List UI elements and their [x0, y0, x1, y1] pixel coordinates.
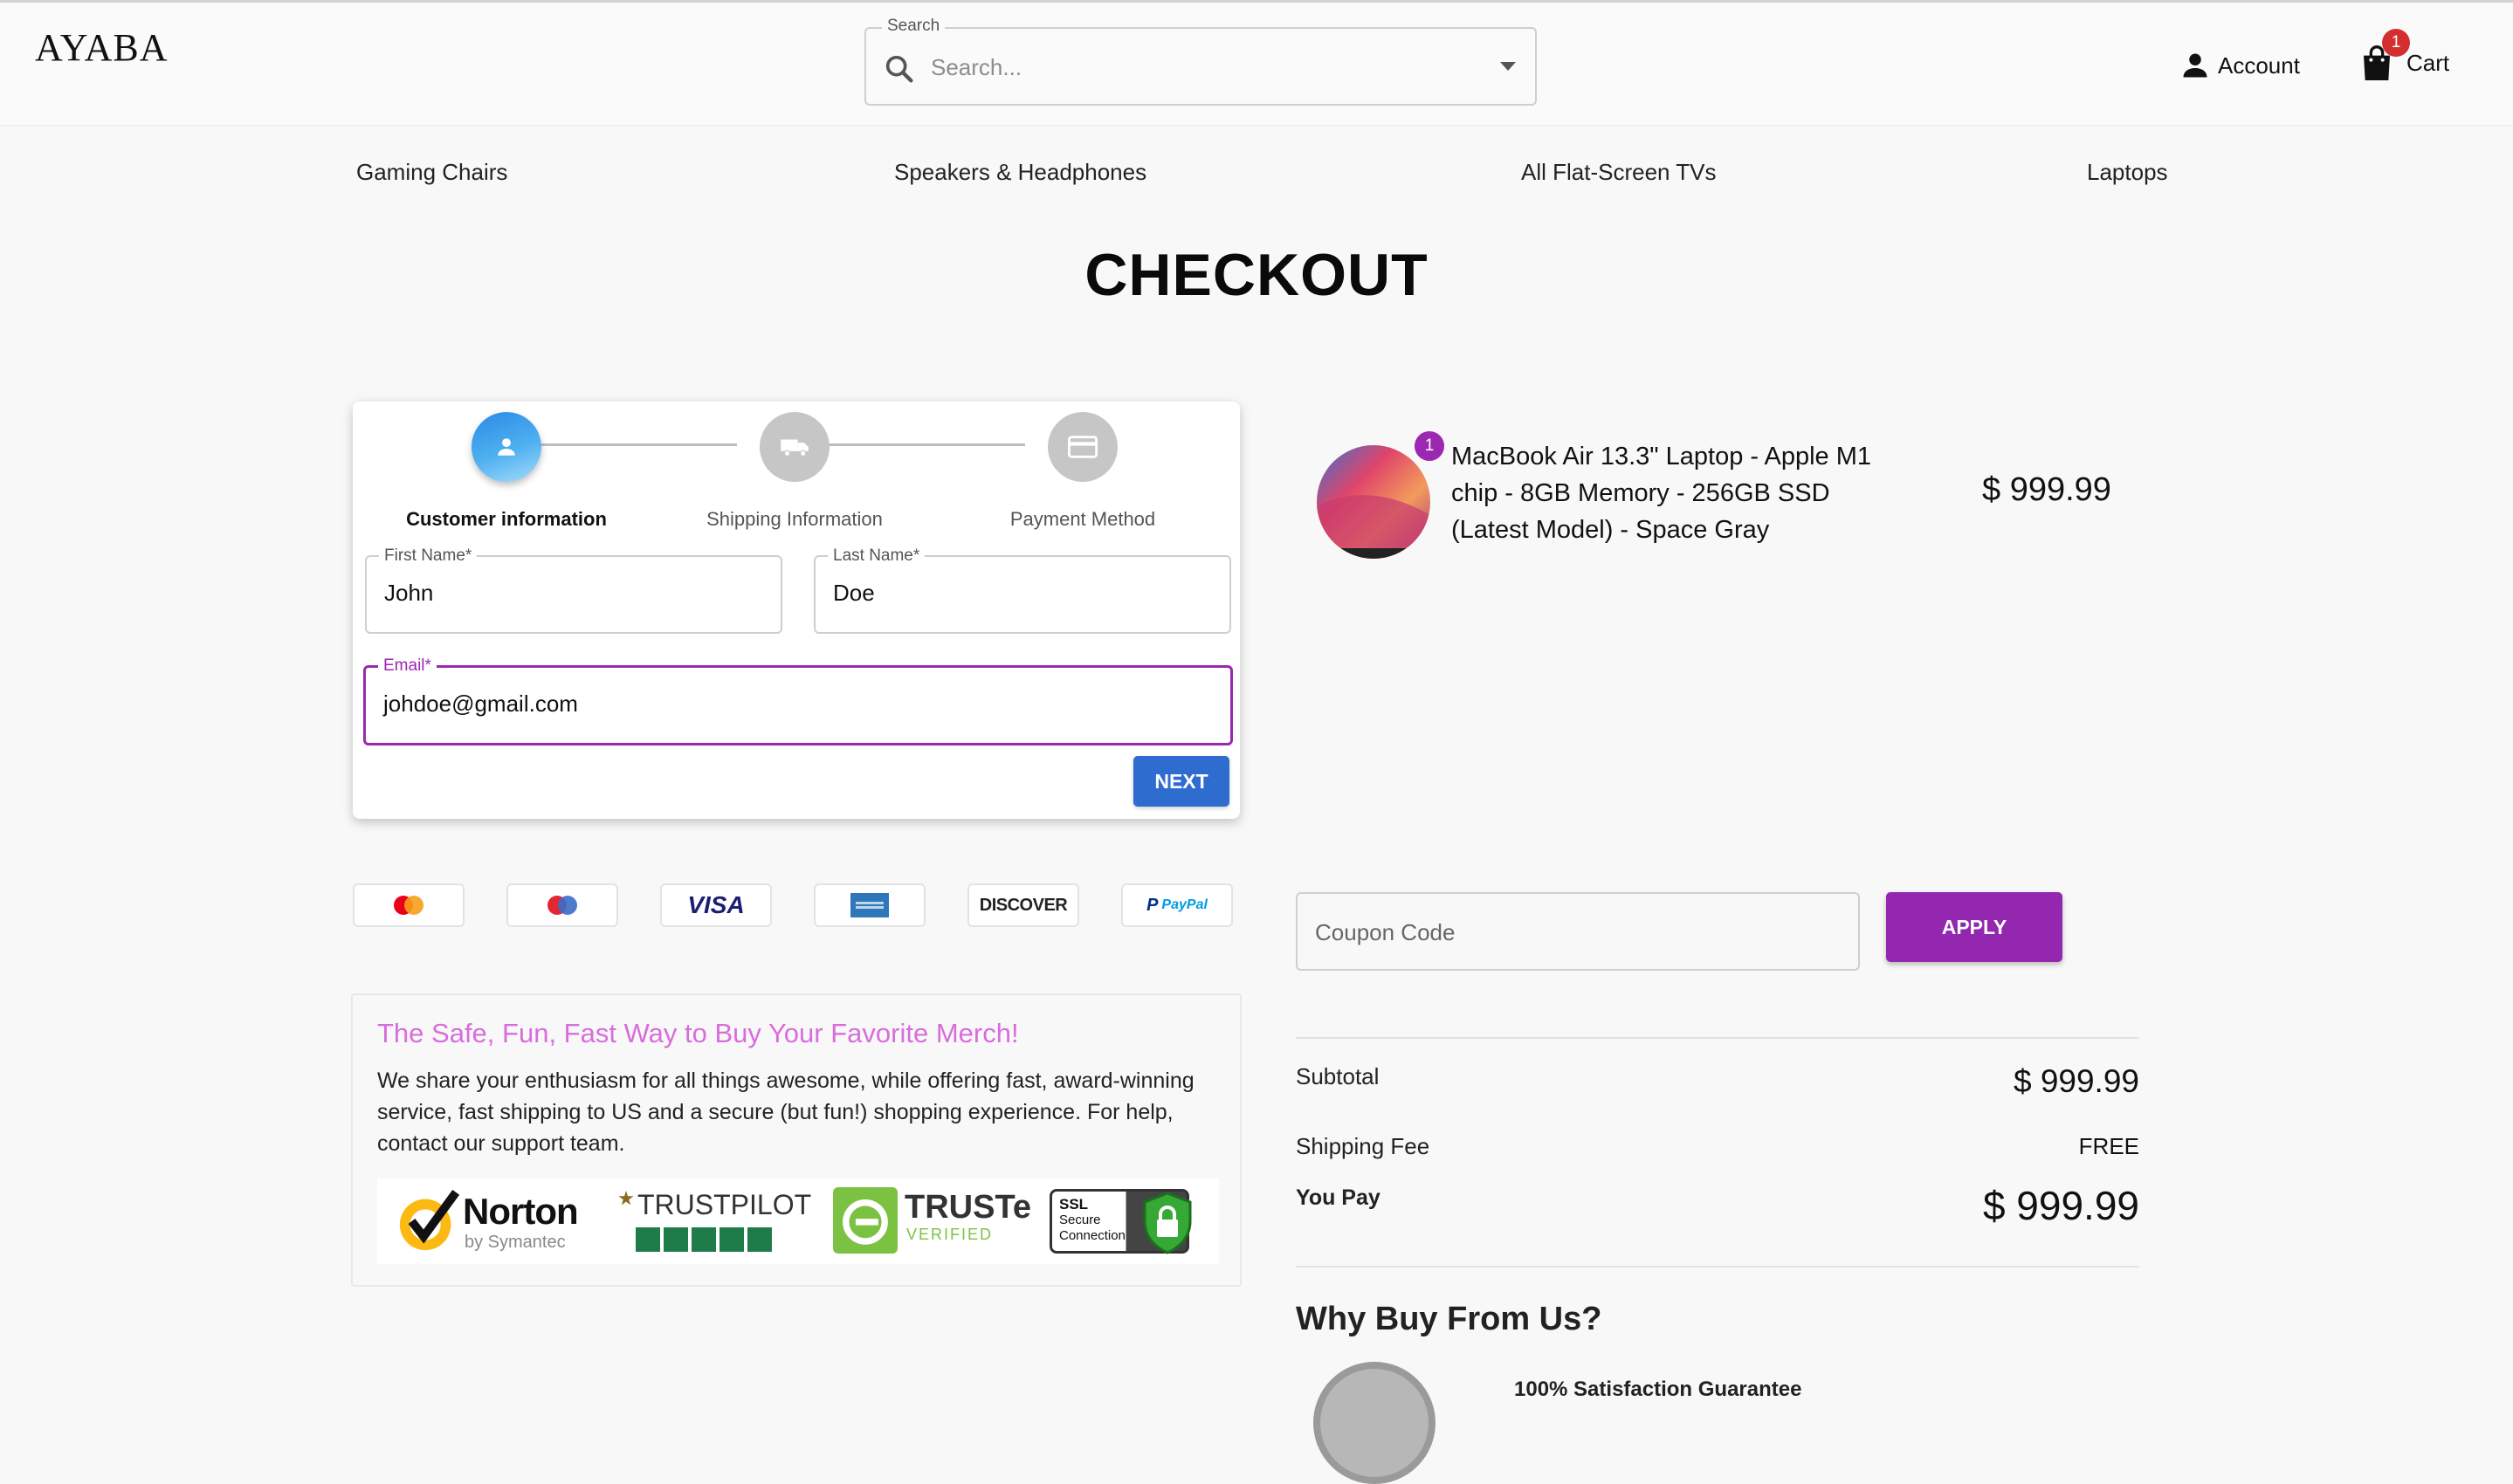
- step-label-shipping: Shipping Information: [706, 508, 883, 530]
- subtotal-value: $ 999.99: [2013, 1063, 2139, 1099]
- cart-count-badge: 1: [2382, 29, 2410, 57]
- nav-gaming-chairs[interactable]: Gaming Chairs: [356, 159, 507, 186]
- shipping-fee-value: FREE: [2078, 1133, 2139, 1159]
- top-header: AYABA Search Account 1 Cart: [0, 0, 2513, 126]
- first-name-label: First Name*: [379, 546, 478, 566]
- norton-badge: [395, 1187, 463, 1260]
- coupon-field[interactable]: [1296, 892, 1860, 971]
- discover-text: DISCOVER: [979, 895, 1068, 915]
- why-buy-title: Why Buy From Us?: [1296, 1301, 1602, 1337]
- cart-button[interactable]: 1 Cart: [2359, 29, 2450, 85]
- step-shipping-info[interactable]: [760, 412, 830, 482]
- product-quantity-badge: 1: [1415, 431, 1444, 461]
- promo-box: The Safe, Fun, Fast Way to Buy Your Favo…: [351, 993, 1242, 1287]
- dropdown-arrow-icon[interactable]: [1500, 62, 1516, 71]
- truck-icon: [781, 439, 809, 457]
- last-name-label: Last Name*: [828, 546, 926, 566]
- last-name-field[interactable]: Last Name* Doe: [814, 546, 1231, 634]
- first-name-value[interactable]: John: [384, 580, 433, 607]
- trustpilot-star-icon: [618, 1191, 634, 1206]
- total-label: You Pay: [1296, 1185, 1380, 1210]
- page-title: CHECKOUT: [1084, 242, 1429, 308]
- norton-check-icon: [399, 1189, 460, 1251]
- mastercard-icon: [394, 896, 423, 915]
- coupon-input[interactable]: [1315, 910, 1839, 955]
- summary-divider-bottom: [1296, 1266, 2139, 1268]
- macbook-wallpaper-image: [1317, 445, 1430, 559]
- store-logo[interactable]: AYABA: [35, 25, 169, 70]
- step-payment-method[interactable]: [1048, 412, 1118, 482]
- ssl-text: SSL: [1059, 1196, 1089, 1213]
- email-field[interactable]: Email* johdoe@gmail.com: [363, 656, 1233, 745]
- nav-speakers-headphones[interactable]: Speakers & Headphones: [894, 159, 1146, 186]
- credit-card-icon: [1068, 436, 1098, 458]
- maestro-icon: [547, 896, 577, 915]
- paypal-text: PayPal: [1161, 897, 1208, 912]
- search-input[interactable]: [931, 45, 1455, 90]
- search-legend: Search: [882, 17, 946, 36]
- norton-text: Norton: [463, 1191, 579, 1232]
- amex-logo: [814, 883, 926, 927]
- nav-flat-screen-tvs[interactable]: All Flat-Screen TVs: [1521, 159, 1716, 186]
- total-value: $ 999.99: [1982, 1183, 2139, 1228]
- shield-lock-icon: [1143, 1192, 1192, 1254]
- email-value[interactable]: johdoe@gmail.com: [383, 690, 578, 718]
- truste-text: TRUSTe: [905, 1189, 1031, 1226]
- step-customer-info[interactable]: [472, 412, 541, 482]
- truste-sub-text: VERIFIED: [906, 1226, 994, 1243]
- ssl-connection-text: Connection: [1059, 1228, 1126, 1243]
- trustpilot-text: TRUSTPILOT: [637, 1189, 812, 1220]
- email-label: Email*: [378, 656, 437, 676]
- person-icon: [498, 438, 515, 456]
- mastercard-logo: [353, 883, 465, 927]
- trustpilot-stars: [636, 1227, 772, 1252]
- promo-text: We share your enthusiasm for all things …: [377, 1068, 1195, 1156]
- account-label: Account: [2218, 52, 2300, 79]
- apply-coupon-button[interactable]: APPLY: [1886, 892, 2062, 962]
- person-icon: [2183, 53, 2207, 78]
- step-connector: [508, 443, 737, 446]
- norton-sub-text: by Symantec: [465, 1233, 566, 1252]
- product-name[interactable]: MacBook Air 13.3" Laptop - Apple M1 chip…: [1451, 438, 1905, 548]
- visa-text: VISA: [687, 891, 745, 918]
- nav-laptops[interactable]: Laptops: [2087, 159, 2168, 186]
- checkout-stepper-card: Customer information Shipping Informatio…: [353, 402, 1240, 819]
- step-connector: [796, 443, 1025, 446]
- promo-title: The Safe, Fun, Fast Way to Buy Your Favo…: [377, 1018, 1019, 1048]
- next-button[interactable]: NEXT: [1133, 756, 1229, 807]
- discover-logo: DISCOVER: [967, 883, 1079, 927]
- ssl-secure-text: Secure: [1059, 1213, 1101, 1227]
- amex-icon: [850, 893, 889, 917]
- maestro-logo: [506, 883, 618, 927]
- summary-divider-top: [1296, 1037, 2139, 1039]
- visa-logo: VISA: [660, 883, 772, 927]
- shipping-fee-label: Shipping Fee: [1296, 1133, 1430, 1159]
- step-label-payment: Payment Method: [1009, 508, 1156, 530]
- ssl-badge: SSL Secure Connection: [1050, 1189, 1192, 1254]
- satisfaction-guarantee-text: 100% Satisfaction Guarantee: [1514, 1378, 1802, 1401]
- satisfaction-badge-icon: [1313, 1362, 1436, 1484]
- product-image[interactable]: [1317, 445, 1430, 559]
- search-field[interactable]: Search: [864, 17, 1537, 106]
- first-name-field[interactable]: First Name* John: [365, 546, 782, 634]
- truste-icon: [833, 1187, 898, 1254]
- trust-badges: Norton by Symantec TRUSTPILOT TRUSTe VER…: [377, 1178, 1219, 1264]
- product-price: $ 999.99: [1982, 471, 2111, 508]
- last-name-value[interactable]: Doe: [833, 580, 875, 607]
- account-button[interactable]: Account: [2179, 46, 2300, 85]
- step-label-customer: Customer information: [406, 508, 607, 530]
- search-icon: [885, 55, 913, 83]
- subtotal-label: Subtotal: [1296, 1063, 1380, 1089]
- cart-label: Cart: [2406, 49, 2450, 76]
- paypal-p-icon: P: [1146, 895, 1159, 915]
- paypal-logo: P PayPal: [1121, 883, 1233, 927]
